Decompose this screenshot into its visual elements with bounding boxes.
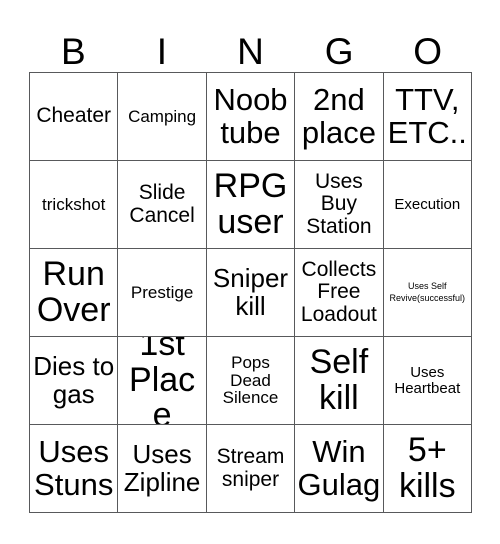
bingo-cell[interactable]: Uses Stuns xyxy=(30,425,119,513)
bingo-cell-label: Collects Free Loadout xyxy=(300,258,377,326)
bingo-cell-label: Noob tube xyxy=(213,81,288,150)
bingo-cell[interactable]: RPG user xyxy=(206,161,296,249)
bingo-cell[interactable]: Prestige xyxy=(118,249,207,337)
bingo-cell[interactable]: Noob tube xyxy=(206,73,296,161)
bingo-cell-label: Slide Cancel xyxy=(129,181,195,227)
bingo-cell[interactable]: 1st Place xyxy=(118,337,207,425)
bingo-cell-label: Dies to gas xyxy=(33,351,115,409)
bingo-cell-label: 1st Place xyxy=(129,337,196,425)
bingo-cell[interactable]: Uses Zipline xyxy=(118,425,207,513)
bingo-cell[interactable]: Dies to gas xyxy=(30,337,119,425)
bingo-cell-label: Pops Dead Silence xyxy=(222,352,279,408)
header-letter-n: N xyxy=(237,31,264,72)
header-letter-b: B xyxy=(60,31,86,72)
bingo-cell[interactable]: trickshot xyxy=(30,161,119,249)
bingo-cell-label: Stream sniper xyxy=(216,445,285,491)
bingo-cell[interactable]: Pops Dead Silence xyxy=(206,337,296,425)
bingo-cell[interactable]: TTV, ETC.. xyxy=(383,73,472,161)
bingo-cell[interactable]: Uses Buy Station xyxy=(295,161,384,249)
bingo-cell-label: Camping xyxy=(128,106,197,126)
bingo-cell[interactable]: Uses Heartbeat xyxy=(383,337,472,425)
bingo-cell-label: Uses Zipline xyxy=(123,439,201,497)
header-letter-o: O xyxy=(413,31,443,72)
bingo-cell-label: Uses Self Revive(successful) xyxy=(389,281,466,303)
bingo-cell[interactable]: Win Gulag xyxy=(295,425,384,513)
bingo-cell-label: Uses Buy Station xyxy=(306,170,372,238)
bingo-cell[interactable]: Run Over xyxy=(30,249,119,337)
bingo-cell[interactable]: Camping xyxy=(118,73,207,161)
bingo-grid: Cheater Camping Noob tube 2nd place TTV, ETC… xyxy=(29,72,472,513)
bingo-cell[interactable]: Uses Self Revive(successful) xyxy=(383,249,472,337)
bingo-cell-label: Cheater xyxy=(36,104,112,128)
header-letter-i: I xyxy=(156,31,168,72)
header-letter-g: G xyxy=(324,31,354,72)
bingo-cell-label: 2nd place xyxy=(301,81,376,150)
bingo-cell[interactable]: Sniper kill xyxy=(206,249,296,337)
bingo-cell[interactable]: 5+ kills xyxy=(383,425,472,513)
bingo-cell-label: Execution xyxy=(394,195,461,213)
bingo-cell[interactable]: Slide Cancel xyxy=(118,161,207,249)
bingo-cell-label: Prestige xyxy=(130,282,194,302)
bingo-cell-label: Sniper kill xyxy=(212,263,289,321)
bingo-cell-label: RPG user xyxy=(213,166,288,241)
bingo-cell-label: Run Over xyxy=(36,254,111,329)
bingo-cell[interactable]: 2nd place xyxy=(295,73,384,161)
bingo-cell-label: 5+ kills xyxy=(398,430,456,505)
bingo-cell[interactable]: Self kill xyxy=(295,337,384,425)
bingo-card: B I N G O Cheater Camping Noob tube 2nd pla… xyxy=(0,0,500,544)
bingo-cell-label: trickshot xyxy=(42,194,106,214)
bingo-cell[interactable]: Cheater xyxy=(30,73,119,161)
bingo-cell-label: Win Gulag xyxy=(297,433,381,502)
bingo-cell[interactable]: Stream sniper xyxy=(206,425,296,513)
bingo-cell[interactable]: Execution xyxy=(383,161,472,249)
bingo-cell-label: TTV, ETC.. xyxy=(387,81,467,150)
bingo-cell-label: Uses Heartbeat xyxy=(394,363,461,397)
bingo-header: B I N G O xyxy=(29,14,472,72)
bingo-cell-label: Self kill xyxy=(309,342,369,417)
bingo-cell-label: Uses Stuns xyxy=(34,433,114,502)
bingo-cell[interactable]: Collects Free Loadout xyxy=(295,249,384,337)
